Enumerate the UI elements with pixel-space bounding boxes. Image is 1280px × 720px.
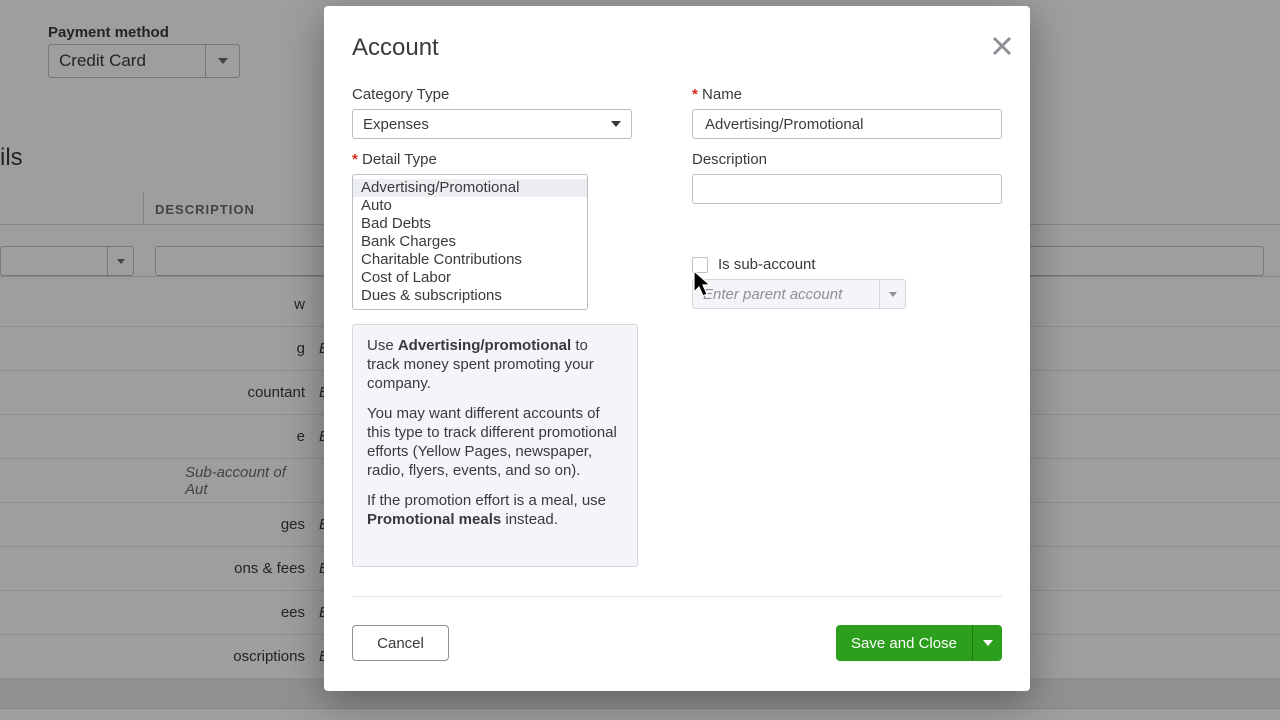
parent-account-placeholder: Enter parent account — [703, 286, 842, 303]
parent-account-select[interactable]: Enter parent account — [692, 279, 906, 309]
description-label: Description — [692, 151, 1002, 168]
detail-type-label: Detail Type — [352, 151, 662, 168]
detail-type-option[interactable]: Dues & subscriptions — [353, 287, 587, 305]
detail-type-option[interactable]: Advertising/Promotional — [353, 179, 587, 197]
chevron-down-icon — [889, 292, 897, 297]
detail-type-option[interactable]: Charitable Contributions — [353, 251, 587, 269]
detail-type-option[interactable]: Cost of Labor — [353, 269, 587, 287]
name-label: Name — [692, 86, 1002, 103]
detail-type-hint: Use Advertising/promotional to track mon… — [352, 324, 638, 567]
close-icon — [990, 34, 1014, 58]
parent-account-caret-button[interactable] — [879, 280, 905, 308]
detail-type-option[interactable]: Bank Charges — [353, 233, 587, 251]
detail-type-listbox[interactable]: Advertising/PromotionalAutoBad DebtsBank… — [352, 174, 588, 310]
save-and-close-button[interactable]: Save and Close — [836, 625, 972, 661]
detail-type-option[interactable]: Bad Debts — [353, 215, 587, 233]
cancel-button[interactable]: Cancel — [352, 625, 449, 661]
divider — [352, 596, 1002, 597]
save-button-group: Save and Close — [836, 625, 1002, 661]
category-type-select[interactable]: Expenses — [352, 109, 632, 139]
name-field[interactable] — [692, 109, 1002, 139]
description-field[interactable] — [692, 174, 1002, 204]
left-column: Category Type Expenses Detail Type Adver… — [352, 86, 662, 567]
chevron-down-icon — [983, 640, 993, 646]
is-sub-account-checkbox[interactable] — [692, 257, 708, 273]
close-button[interactable] — [990, 34, 1014, 58]
category-type-value: Expenses — [363, 116, 429, 133]
category-type-label: Category Type — [352, 86, 662, 103]
chevron-down-icon — [611, 121, 621, 127]
right-column: Name Description Is sub-account Enter pa… — [692, 86, 1002, 567]
account-modal: Account Category Type Expenses Detail Ty… — [324, 6, 1030, 691]
modal-title: Account — [352, 34, 1002, 62]
is-sub-account-label: Is sub-account — [718, 256, 816, 273]
detail-type-option[interactable]: Auto — [353, 197, 587, 215]
description-input[interactable] — [703, 175, 991, 203]
name-input[interactable] — [703, 110, 991, 138]
save-split-button[interactable] — [972, 625, 1002, 661]
